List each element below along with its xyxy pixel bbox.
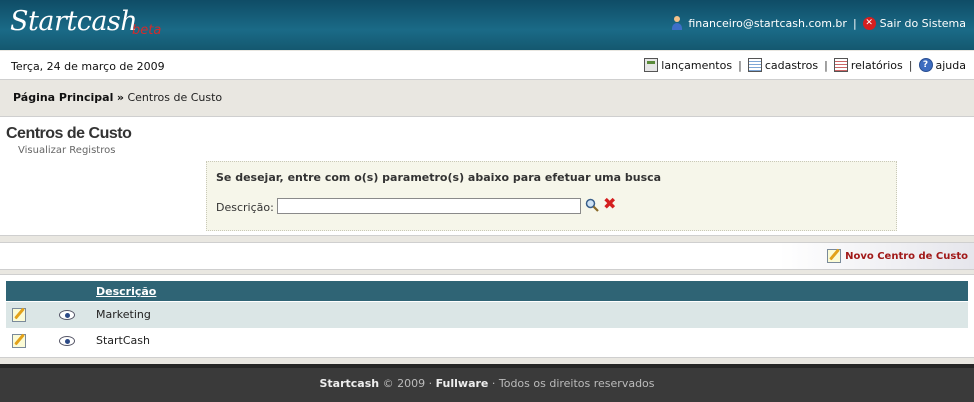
footer: Startcash © 2009 · Fullware · Todos os d… — [0, 364, 974, 402]
nav-lancamentos[interactable]: lançamentos — [644, 58, 732, 72]
view-icon[interactable] — [59, 310, 75, 320]
nav-label[interactable]: lançamentos — [661, 59, 732, 72]
calculator-icon — [644, 58, 659, 72]
new-cost-center-button[interactable]: Novo Centro de Custo — [827, 249, 968, 263]
footer-rights: · Todos os direitos reservados — [491, 377, 655, 390]
nav-separator: | — [824, 58, 828, 72]
user-area: financeiro@startcash.com.br | ✕ Sair do … — [670, 16, 966, 30]
table-row: Marketing — [6, 302, 968, 328]
new-cost-center-label[interactable]: Novo Centro de Custo — [845, 251, 968, 262]
clear-icon[interactable]: ✖ — [603, 196, 616, 212]
table-row: StartCash — [6, 328, 968, 354]
nav-separator: | — [738, 58, 742, 72]
date-bar: Terça, 24 de março de 2009 lançamentos |… — [0, 51, 974, 80]
search-panel: Centros de Custo Visualizar Registros Se… — [0, 116, 974, 236]
breadcrumb-home[interactable]: Página Principal — [13, 91, 113, 104]
user-email: financeiro@startcash.com.br — [688, 16, 847, 30]
logout-link[interactable]: Sair do Sistema — [880, 17, 966, 30]
description-input[interactable] — [277, 198, 581, 214]
app-logo[interactable]: Startcash — [10, 6, 138, 37]
nav-label[interactable]: ajuda — [936, 59, 967, 72]
table-icon — [747, 58, 762, 72]
logout-icon[interactable]: ✕ — [862, 16, 876, 30]
footer-copy: © 2009 · — [382, 377, 433, 390]
user-icon — [670, 16, 684, 30]
report-icon — [833, 58, 848, 72]
breadcrumb-current: Centros de Custo — [127, 91, 223, 104]
footer-text: Startcash © 2009 · Fullware · Todos os d… — [0, 377, 974, 390]
separator: | — [852, 16, 857, 30]
edit-icon — [827, 249, 842, 263]
page-subtitle: Visualizar Registros — [18, 145, 116, 156]
breadcrumb-arrow: » — [116, 91, 124, 104]
row-description: Marketing — [96, 308, 151, 321]
description-label: Descrição: — [216, 201, 274, 214]
nav-ajuda[interactable]: ? ajuda — [918, 58, 967, 72]
edit-icon[interactable] — [12, 308, 26, 322]
nav-cadastros[interactable]: cadastros — [747, 58, 818, 72]
column-descricao[interactable]: Descrição — [96, 285, 156, 298]
search-hint: Se desejar, entre com o(s) parametro(s) … — [216, 171, 662, 184]
current-date: Terça, 24 de março de 2009 — [11, 60, 165, 73]
beta-badge: beta — [132, 23, 162, 38]
top-header: Startcash beta financeiro@startcash.com.… — [0, 0, 974, 50]
nav-relatorios[interactable]: relatórios — [833, 58, 903, 72]
records-table: Descrição Marketing StartCash — [0, 274, 974, 358]
top-nav: lançamentos | cadastros | relatórios | ?… — [644, 58, 966, 72]
edit-icon[interactable] — [12, 334, 26, 348]
footer-brand: Startcash — [319, 377, 380, 390]
search-box: Se desejar, entre com o(s) parametro(s) … — [206, 161, 897, 231]
breadcrumb: Página Principal » Centros de Custo — [13, 91, 222, 104]
table-header: Descrição — [6, 281, 968, 301]
row-description: StartCash — [96, 334, 150, 347]
view-icon[interactable] — [59, 336, 75, 346]
nav-separator: | — [908, 58, 913, 72]
search-icon[interactable] — [585, 198, 599, 212]
action-bar: Novo Centro de Custo — [0, 242, 974, 270]
help-icon: ? — [918, 58, 933, 72]
page-title: Centros de Custo — [6, 125, 132, 142]
nav-label[interactable]: cadastros — [765, 59, 818, 72]
nav-label[interactable]: relatórios — [851, 59, 903, 72]
footer-company: Fullware — [435, 377, 489, 390]
